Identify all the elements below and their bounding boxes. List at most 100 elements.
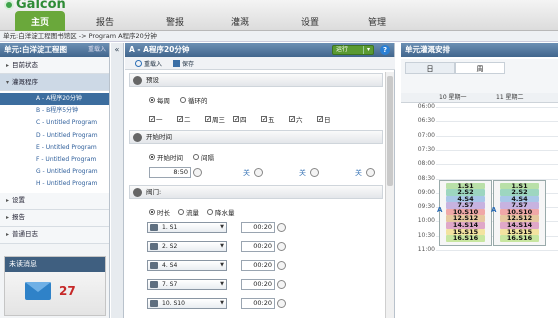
valves-section-header[interactable]: 阀门: [129, 185, 383, 199]
irrigation-event-block[interactable]: 1.S1 2.S2 4.S4 7.S7 10.S10 12.S12 14.S14 15.S15… [493, 179, 546, 246]
day-label: 日 [324, 116, 331, 124]
valve-duration-input[interactable]: 00:20 [241, 298, 275, 309]
day-checkbox[interactable]: ✓ [317, 116, 323, 123]
program-header: A - A程序20分钟 运行 ▾ ? [125, 43, 394, 57]
clock-picker-icon[interactable] [254, 168, 263, 177]
program-item-f[interactable]: F - Untitled Program [0, 153, 109, 167]
chevron-right-icon: ▸ [6, 61, 10, 69]
cyclic-radio[interactable] [180, 97, 186, 103]
clock-picker-icon[interactable] [310, 168, 319, 177]
chevron-right-icon: ▸ [6, 231, 10, 238]
start-time-section-header[interactable]: 开始时间 [129, 130, 383, 144]
valve-name: 1. S1 [162, 224, 178, 231]
sidebar-item-status[interactable]: ▸ 目前状态 [0, 57, 109, 74]
program-item-h[interactable]: H - Untitled Program [0, 178, 109, 191]
valve-mode-row: 时长 流量 降水量 [149, 207, 235, 217]
tab-week[interactable]: 周 [455, 62, 505, 74]
collapse-sidebar-button[interactable]: « [111, 43, 124, 318]
station-entry: 16.S16 [446, 235, 485, 242]
start-time-2-off[interactable]: 关 [243, 168, 250, 178]
day-checkbox[interactable]: ✓ [261, 116, 267, 123]
schedule-section-header[interactable]: 预设 [129, 73, 383, 87]
irrigation-event-block[interactable]: 1.S1 2.S2 4.S4 7.S7 10.S10 12.S12 14.S14 15.S15… [439, 179, 492, 246]
program-item-c[interactable]: C - Untitled Program [0, 117, 109, 130]
start-time-4-off[interactable]: 关 [355, 168, 362, 178]
clock-picker-icon[interactable] [193, 168, 202, 177]
unread-messages-panel[interactable]: 未读消息 27 [4, 256, 106, 316]
breadcrumb: 单元:白洋淀工程图书馆区 -> Program A程序20分钟 [0, 31, 558, 42]
valve-select[interactable]: 10. S10 ▼ [147, 298, 227, 309]
nav-tab-alarms[interactable]: 警报 [150, 11, 200, 31]
program-letter: A [437, 205, 443, 214]
valve-duration-input[interactable]: 00:20 [241, 260, 275, 271]
start-time-radio[interactable] [149, 154, 155, 160]
grid-line [436, 121, 558, 123]
sidebar-item-settings[interactable]: ▸ 设置 [0, 192, 109, 210]
valve-select[interactable]: 7. S7 ▼ [147, 279, 227, 290]
valve-duration-input[interactable]: 00:20 [241, 222, 275, 233]
valve-icon [150, 281, 158, 288]
day-checkbox[interactable]: ✓ [205, 116, 211, 123]
nav-tab-settings[interactable]: 设置 [285, 11, 335, 31]
day-checkbox[interactable]: ✓ [233, 116, 239, 123]
section-title: 开始时间 [146, 133, 172, 141]
save-button[interactable]: 保存 [173, 59, 194, 68]
day-checkbox[interactable]: ✓ [177, 116, 183, 123]
clock-picker-icon[interactable] [277, 299, 286, 308]
clock-picker-icon[interactable] [277, 242, 286, 251]
start-time-input[interactable]: 8:50 [149, 167, 191, 178]
rainfall-radio[interactable] [207, 209, 213, 215]
program-item-b[interactable]: B - B程序5分钟 [0, 105, 109, 118]
valve-select[interactable]: 2. S2 ▼ [147, 241, 227, 252]
day-checkbox[interactable]: ✓ [149, 116, 155, 123]
sidebar-item-programs[interactable]: ▾ 灌溉程序 [0, 74, 109, 91]
tab-day[interactable]: 日 [405, 62, 455, 74]
nav-tab-admin[interactable]: 管理 [352, 11, 402, 31]
scrollbar-thumb[interactable] [387, 76, 393, 186]
dropdown-arrow-icon: ▼ [220, 281, 224, 287]
program-item-g[interactable]: G - Untitled Program [0, 166, 109, 179]
clock-picker-icon[interactable] [277, 280, 286, 289]
valve-select[interactable]: 1. S1 ▼ [147, 222, 227, 233]
start-time-3-off[interactable]: 关 [299, 168, 306, 178]
editor-scrollbar[interactable] [385, 72, 394, 318]
cyclic-label: 循环的 [188, 97, 208, 105]
every-week-radio[interactable] [149, 97, 155, 103]
reload-button[interactable]: 重载入 [135, 59, 162, 68]
valve-duration-input[interactable]: 00:20 [241, 241, 275, 252]
weekday-checkboxes: ✓ 一 ✓ 二 ✓ 周三 ✓ 四 ✓ 五 ✓ 六 ✓ 日 [149, 114, 344, 124]
irrigation-schedule-panel: 单元灌溉安排 日 周 10 星期一 11 星期二 06:00 06:30 07:00… [401, 43, 558, 318]
section-title: 预设 [146, 76, 159, 84]
nav-tab-reports[interactable]: 报告 [80, 11, 130, 31]
nav-tab-home[interactable]: 主页 [15, 11, 65, 31]
sidebar-item-log[interactable]: ▸ 普通日志 [0, 226, 109, 244]
nav-tab-irrigation[interactable]: 灌溉 [215, 11, 265, 31]
sidebar-reload-link[interactable]: 重载入 [88, 43, 106, 57]
program-item-a[interactable]: A - A程序20分钟 [0, 93, 109, 106]
duration-radio[interactable] [149, 209, 155, 215]
valve-select[interactable]: 4. S4 ▼ [147, 260, 227, 271]
grid-line [436, 149, 558, 151]
clock-picker-icon[interactable] [277, 261, 286, 270]
program-item-d[interactable]: D - Untitled Program [0, 129, 109, 142]
program-item-e[interactable]: E - Untitled Program [0, 141, 109, 154]
valve-icon [150, 243, 158, 250]
valve-icon [133, 188, 142, 197]
dropdown-arrow-icon: ▾ [363, 46, 373, 54]
day-checkbox[interactable]: ✓ [289, 116, 295, 123]
flow-radio[interactable] [178, 209, 184, 215]
grid-line [436, 135, 558, 137]
valve-name: 7. S7 [162, 281, 178, 288]
interval-radio[interactable] [193, 154, 199, 160]
interval-label: 间隔 [201, 154, 214, 162]
time-label: 10:30 [417, 231, 435, 239]
valve-duration-input[interactable]: 00:20 [241, 279, 275, 290]
clock-picker-icon[interactable] [277, 223, 286, 232]
sidebar-item-reports[interactable]: ▸ 报告 [0, 209, 109, 227]
help-icon[interactable]: ? [380, 45, 390, 55]
refresh-icon [135, 60, 142, 67]
day-label: 一 [156, 116, 163, 124]
chevron-down-icon: ▾ [6, 78, 10, 86]
run-button[interactable]: 运行 ▾ [332, 45, 374, 55]
clock-picker-icon[interactable] [366, 168, 375, 177]
